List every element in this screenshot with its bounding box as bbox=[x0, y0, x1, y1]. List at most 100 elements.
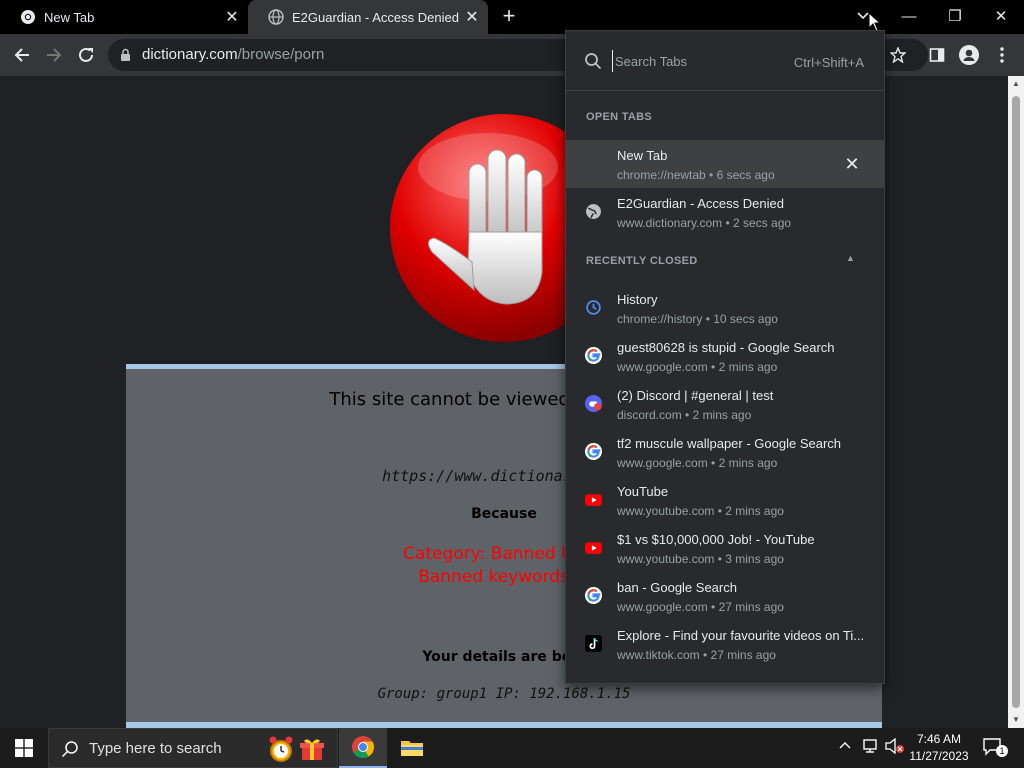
minimize-button[interactable]: — bbox=[886, 0, 932, 32]
star-icon bbox=[890, 47, 906, 63]
bookmark-button[interactable] bbox=[882, 39, 914, 71]
open-tab-item[interactable]: E2Guardian - Access Denied www.dictionar… bbox=[566, 188, 884, 236]
google-icon bbox=[585, 587, 602, 604]
open-tabs-header: OPEN TABS bbox=[586, 111, 653, 123]
start-button[interactable] bbox=[0, 728, 48, 768]
windows-taskbar: Type here to search 7:46 AM 11/27/2023 1 bbox=[0, 728, 1024, 768]
tab-item-subtitle: chrome://history • 10 secs ago bbox=[617, 312, 778, 326]
tab-close-button[interactable]: ✕ bbox=[224, 9, 240, 26]
clock-date: 11/27/2023 bbox=[909, 749, 969, 763]
closed-tab-item[interactable]: $1 vs $10,000,000 Job! - YouTube www.you… bbox=[566, 524, 884, 572]
url-text: dictionary.com/browse/porn bbox=[142, 46, 324, 63]
arrow-right-icon bbox=[47, 48, 62, 62]
tab-new-tab[interactable]: New Tab ✕ bbox=[0, 0, 248, 34]
volume-muted-icon[interactable] bbox=[885, 737, 905, 757]
tab-item-title: tf2 muscule wallpaper - Google Search bbox=[617, 436, 842, 451]
tray-chevron-up-icon[interactable] bbox=[838, 738, 852, 755]
tab-item-subtitle: www.google.com • 2 mins ago bbox=[617, 360, 778, 374]
tab-search-dropdown: Ctrl+Shift+A OPEN TABS New Tab chrome://… bbox=[565, 30, 885, 684]
youtube-icon bbox=[585, 542, 602, 554]
tab-item-subtitle: www.youtube.com • 2 mins ago bbox=[617, 504, 784, 518]
back-button[interactable] bbox=[6, 39, 38, 71]
tab-item-title: E2Guardian - Access Denied bbox=[617, 196, 784, 211]
tab-item-title: New Tab bbox=[617, 148, 668, 163]
window-close-button[interactable]: ✕ bbox=[978, 0, 1024, 32]
close-tab-icon[interactable]: ✕ bbox=[842, 154, 862, 174]
tab-strip: New Tab ✕ E2Guardian - Access Denied ✕ +… bbox=[0, 0, 1024, 34]
lock-icon bbox=[121, 48, 130, 61]
search-icon bbox=[61, 741, 78, 758]
side-panel-button[interactable] bbox=[921, 39, 953, 71]
arrow-left-icon bbox=[14, 48, 29, 62]
menu-button[interactable] bbox=[986, 39, 1018, 71]
side-panel-icon bbox=[929, 48, 945, 62]
chevron-up-icon bbox=[839, 742, 851, 749]
google-icon bbox=[585, 347, 602, 364]
notification-count-badge: 1 bbox=[996, 745, 1008, 757]
google-icon bbox=[585, 443, 602, 460]
restore-button[interactable]: ❐ bbox=[932, 0, 978, 32]
chevron-up-icon[interactable]: ▲ bbox=[846, 253, 858, 265]
closed-tab-item[interactable]: guest80628 is stupid - Google Search www… bbox=[566, 332, 884, 380]
globe-icon bbox=[586, 204, 601, 219]
url-path: /browse/porn bbox=[237, 46, 325, 63]
tab-item-title: $1 vs $10,000,000 Job! - YouTube bbox=[617, 532, 815, 547]
user-details: Group: group1 IP: 192.168.1.15 bbox=[377, 686, 631, 702]
taskbar-file-explorer[interactable] bbox=[388, 728, 436, 768]
scroll-up-icon[interactable]: ▲ bbox=[1008, 76, 1024, 92]
taskbar-chrome[interactable] bbox=[339, 728, 387, 768]
avatar-icon bbox=[959, 45, 979, 65]
tab-title: New Tab bbox=[44, 9, 95, 25]
page-scrollbar[interactable]: ▲ ▼ bbox=[1008, 76, 1024, 728]
taskbar-search-box[interactable]: Type here to search bbox=[48, 728, 338, 768]
blank-page-icon bbox=[585, 155, 602, 172]
tab-e2guardian[interactable]: E2Guardian - Access Denied ✕ bbox=[248, 0, 488, 34]
closed-tab-item[interactable]: ban - Google Search www.google.com • 27 … bbox=[566, 572, 884, 620]
folder-icon bbox=[401, 741, 423, 756]
mouse-cursor-icon bbox=[868, 12, 882, 32]
closed-tab-item[interactable]: YouTube www.youtube.com • 2 mins ago bbox=[566, 476, 884, 524]
tab-item-title: History bbox=[617, 292, 658, 307]
tab-item-subtitle: discord.com • 2 mins ago bbox=[617, 408, 752, 422]
system-clock[interactable]: 7:46 AM 11/27/2023 bbox=[906, 731, 972, 765]
forward-button[interactable] bbox=[38, 39, 70, 71]
tab-item-title: (2) Discord | #general | test bbox=[617, 388, 774, 403]
search-icon bbox=[585, 53, 602, 70]
chrome-icon bbox=[352, 736, 374, 758]
scroll-down-icon[interactable]: ▼ bbox=[1008, 712, 1024, 728]
reload-icon bbox=[79, 47, 93, 62]
tab-item-title: Explore - Find your favourite videos on … bbox=[617, 628, 865, 643]
notification-center-button[interactable]: 1 bbox=[982, 736, 1008, 761]
closed-tab-item[interactable]: (2) Discord | #general | test discord.co… bbox=[566, 380, 884, 428]
scroll-thumb[interactable] bbox=[1012, 96, 1020, 708]
history-icon bbox=[586, 300, 601, 315]
clock-time: 7:46 AM bbox=[916, 732, 962, 746]
profile-button[interactable] bbox=[953, 39, 985, 71]
closed-tab-item[interactable]: History chrome://history • 10 secs ago bbox=[566, 284, 884, 332]
closed-tab-item[interactable]: Explore - Find your favourite videos on … bbox=[566, 620, 884, 668]
tab-item-subtitle: www.youtube.com • 3 mins ago bbox=[617, 552, 784, 566]
new-tab-button[interactable]: + bbox=[497, 5, 521, 28]
closed-tab-item[interactable]: tf2 muscule wallpaper - Google Search ww… bbox=[566, 428, 884, 476]
reload-button[interactable] bbox=[70, 39, 102, 71]
open-tab-item[interactable]: New Tab chrome://newtab • 6 secs ago ✕ bbox=[566, 140, 884, 188]
network-icon[interactable] bbox=[862, 738, 880, 757]
tab-search-input[interactable] bbox=[612, 50, 782, 72]
youtube-icon bbox=[585, 494, 602, 506]
search-shortcut: Ctrl+Shift+A bbox=[793, 55, 864, 70]
tab-item-title: ban - Google Search bbox=[617, 580, 737, 595]
tab-item-subtitle: www.google.com • 27 mins ago bbox=[617, 600, 784, 614]
tab-item-title: guest80628 is stupid - Google Search bbox=[617, 340, 835, 355]
tab-item-subtitle: chrome://newtab • 6 secs ago bbox=[617, 168, 775, 182]
tab-item-subtitle: www.dictionary.com • 2 secs ago bbox=[617, 216, 792, 230]
discord-icon bbox=[585, 395, 602, 412]
gift-icon bbox=[300, 739, 324, 760]
windows-logo-icon bbox=[15, 739, 33, 757]
tab-close-button[interactable]: ✕ bbox=[464, 9, 480, 26]
more-vert-icon bbox=[1000, 47, 1004, 63]
taskbar-search-placeholder: Type here to search bbox=[89, 740, 222, 757]
tab-item-subtitle: www.google.com • 2 mins ago bbox=[617, 456, 778, 470]
tab-item-subtitle: www.tiktok.com • 27 mins ago bbox=[617, 648, 776, 662]
tab-item-title: YouTube bbox=[617, 484, 669, 499]
globe-icon bbox=[268, 9, 284, 25]
